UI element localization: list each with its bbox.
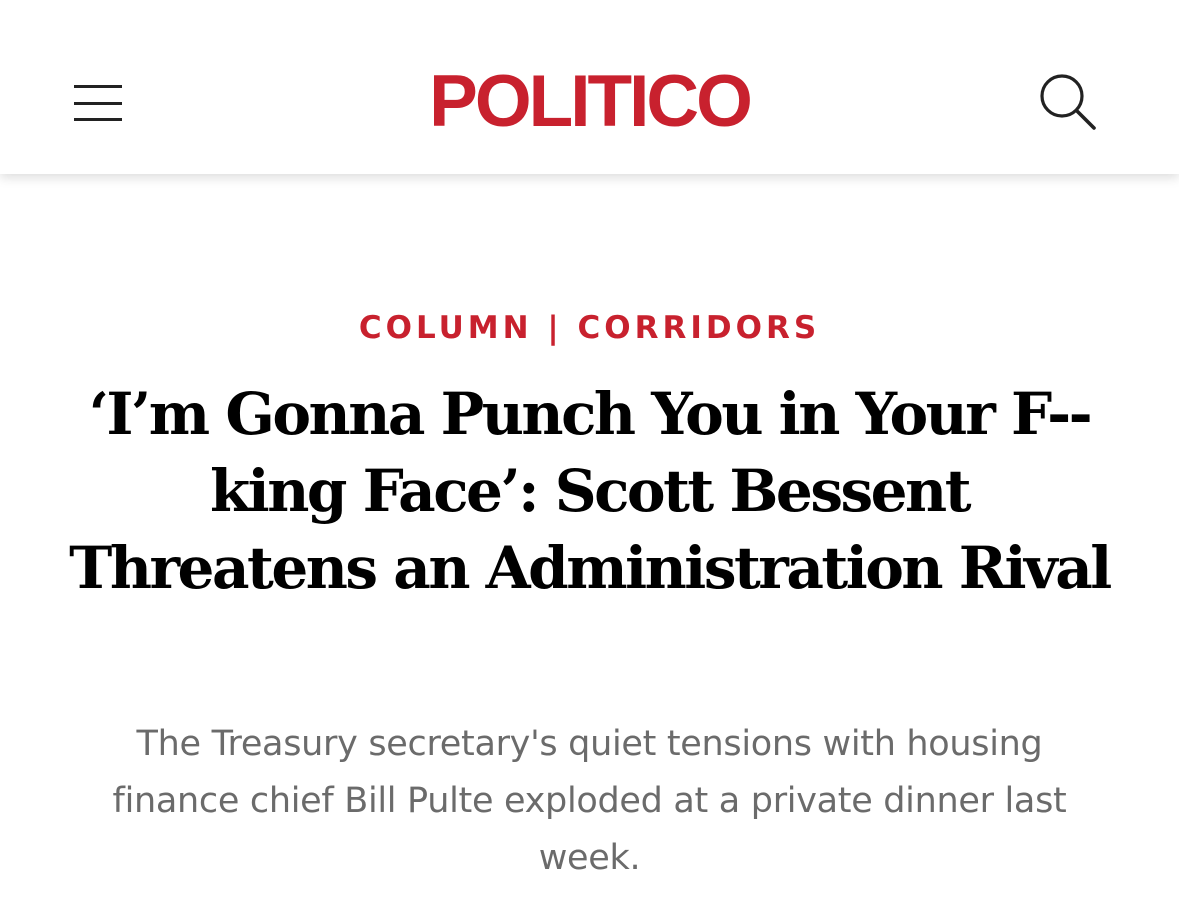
search-icon[interactable] [1036, 70, 1102, 136]
article-dek: The Treasury secretary's quiet tensions … [112, 724, 1067, 878]
site-header: POLITICO [0, 0, 1179, 174]
kicker-separator: | [547, 310, 563, 346]
site-logo[interactable]: POLITICO [0, 62, 1179, 142]
section-link[interactable]: COLUMN [359, 310, 533, 346]
series-link[interactable]: CORRIDORS [577, 310, 820, 346]
search-icon-graphic [1040, 74, 1096, 130]
article-kicker: COLUMN | CORRIDORS [0, 310, 1179, 346]
article-headline: ‘I’m Gonna Punch You in Your F--king Fac… [69, 380, 1112, 602]
